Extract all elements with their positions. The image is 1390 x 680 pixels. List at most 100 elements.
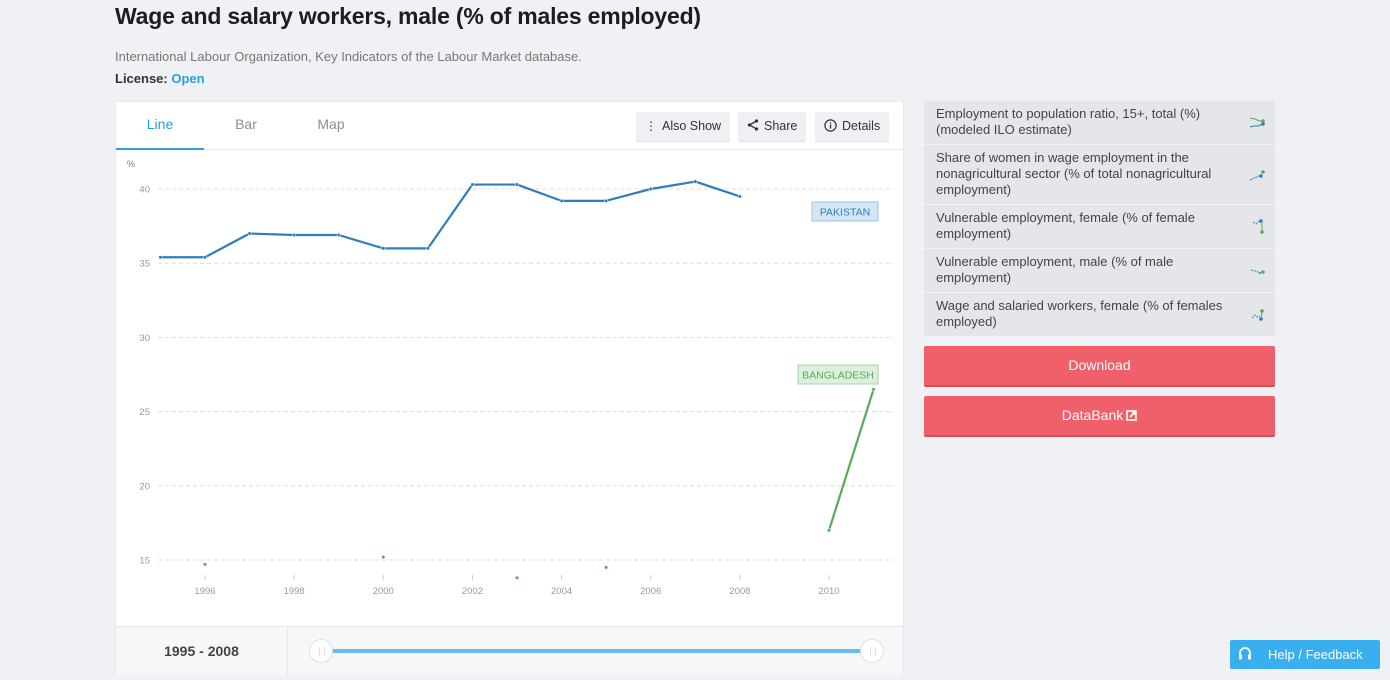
series-label-text: BANGLADESH <box>802 370 874 382</box>
data-point <box>381 246 386 251</box>
chart-svg: % 15 20 25 30 35 40 1996 1998 2000 2002 2004 2006 200… <box>127 159 894 597</box>
data-point <box>425 246 430 251</box>
details-button[interactable]: Details <box>815 112 890 141</box>
range-separator: - <box>195 643 208 659</box>
related-indicator-label: Wage and salaried workers, female (% of … <box>936 298 1223 329</box>
details-label: Details <box>842 119 881 133</box>
data-point <box>514 182 520 187</box>
related-indicator-item[interactable]: Wage and salaried workers, female (% of … <box>924 293 1275 337</box>
series-label-bangladesh: BANGLADESH <box>797 364 879 385</box>
y-tick-label: 30 <box>139 333 150 344</box>
data-point <box>470 182 475 187</box>
related-indicator-item[interactable]: Vulnerable employment, female (% of fema… <box>924 205 1275 249</box>
data-point <box>559 198 564 203</box>
share-icon <box>747 112 759 141</box>
data-point <box>514 575 520 580</box>
data-point <box>648 186 653 192</box>
data-point <box>292 232 297 238</box>
license-label: License: <box>115 71 168 86</box>
chart-type-tabs: Line Bar Map ⋮ Also Show Share Details <box>116 102 903 150</box>
data-point <box>158 255 163 260</box>
related-indicator-item[interactable]: Vulnerable employment, male (% of male e… <box>924 249 1275 293</box>
share-label: Share <box>764 119 798 133</box>
y-tick-label: 40 <box>139 185 150 196</box>
data-point <box>693 179 698 184</box>
line-chart: % 15 20 25 30 35 40 1996 1998 2000 2002 2004 2006 200… <box>116 150 903 626</box>
data-point <box>202 255 208 260</box>
y-axis-unit-label: % <box>127 159 135 169</box>
x-tick-label: 2010 <box>818 586 839 597</box>
related-indicator-label: Vulnerable employment, male (% of male e… <box>936 254 1174 285</box>
related-indicator-item[interactable]: Employment to population ratio, 15+, tot… <box>924 101 1275 145</box>
year-range-label: 1995 - 2008 <box>116 627 288 676</box>
x-tick-label: 2006 <box>640 586 661 597</box>
chart-panel: Line Bar Map ⋮ Also Show Share Details % 1… <box>115 101 904 676</box>
x-tick-label: 2000 <box>373 586 394 597</box>
also-show-button[interactable]: ⋮ Also Show <box>636 112 731 141</box>
grid-layer <box>158 188 894 561</box>
data-source: International Labour Organization, Key I… <box>115 49 582 64</box>
share-button[interactable]: Share <box>738 112 807 141</box>
related-indicator-item[interactable]: Share of women in wage employment in the… <box>924 145 1275 205</box>
series-bangladesh <box>202 387 876 580</box>
range-start-handle[interactable] <box>309 639 333 663</box>
x-tick-label: 1996 <box>194 586 215 597</box>
headset-icon <box>1239 647 1251 660</box>
tab-bar[interactable]: Bar <box>206 102 286 150</box>
series-pakistan <box>158 179 742 260</box>
sparkline-icon <box>1250 269 1265 274</box>
help-feedback-label: Help / Feedback <box>1268 647 1363 662</box>
data-point <box>737 194 742 199</box>
license-link[interactable]: Open <box>171 71 204 86</box>
data-point <box>336 232 341 238</box>
label-layer: PAKISTAN BANGLADESH <box>797 201 879 385</box>
data-point <box>202 562 208 567</box>
sparkline-icon <box>1252 218 1264 234</box>
range-end: 2008 <box>207 643 239 659</box>
related-indicator-label: Employment to population ratio, 15+, tot… <box>936 106 1201 137</box>
related-indicator-label: Vulnerable employment, female (% of fema… <box>936 210 1195 241</box>
series-label-text: PAKISTAN <box>820 207 870 219</box>
range-end-handle[interactable] <box>860 639 884 663</box>
y-tick-label: 25 <box>139 407 150 418</box>
data-point <box>826 528 832 533</box>
data-point <box>247 231 252 236</box>
tab-map[interactable]: Map <box>291 102 371 150</box>
tab-line[interactable]: Line <box>116 102 204 150</box>
license: License: Open <box>115 71 205 86</box>
related-indicators-list: Employment to population ratio, 15+, tot… <box>924 101 1275 337</box>
vertical-dots-icon: ⋮ <box>645 119 657 133</box>
data-point <box>871 387 876 392</box>
series-label-pakistan: PAKISTAN <box>811 201 879 222</box>
x-tick-label: 1998 <box>284 586 305 597</box>
download-button[interactable]: Download <box>924 346 1275 387</box>
x-tick-label: 2002 <box>462 586 483 597</box>
series-line <box>827 389 875 531</box>
y-tick-label: 35 <box>139 259 150 270</box>
year-range-slider-track[interactable] <box>331 649 871 653</box>
series-layer <box>158 179 876 580</box>
axis-layer: % 15 20 25 30 35 40 1996 1998 2000 2002 2004 2006 200… <box>127 159 840 597</box>
data-point <box>381 554 386 560</box>
data-point <box>604 198 609 203</box>
also-show-label: Also Show <box>662 119 722 133</box>
sparkline-icon <box>1249 117 1265 127</box>
x-tick-label: 2004 <box>551 586 572 597</box>
sparkline-icon <box>1251 308 1264 321</box>
help-feedback-button[interactable]: Help / Feedback <box>1230 640 1380 669</box>
info-icon <box>824 112 837 141</box>
data-point <box>604 565 609 570</box>
sparkline-icon <box>1249 169 1265 180</box>
y-tick-label: 20 <box>139 481 150 492</box>
year-range-bar: 1995 - 2008 <box>116 626 903 676</box>
download-label: Download <box>1068 357 1131 373</box>
databank-button[interactable]: DataBank <box>924 396 1275 437</box>
range-start: 1995 <box>164 643 196 659</box>
external-link-icon <box>1126 410 1138 421</box>
related-indicator-label: Share of women in wage employment in the… <box>936 150 1212 197</box>
y-tick-label: 15 <box>139 556 150 567</box>
x-tick-label: 2008 <box>729 586 750 597</box>
page-title: Wage and salary workers, male (% of male… <box>115 3 701 29</box>
series-line <box>160 180 741 259</box>
databank-label: DataBank <box>1061 407 1124 423</box>
